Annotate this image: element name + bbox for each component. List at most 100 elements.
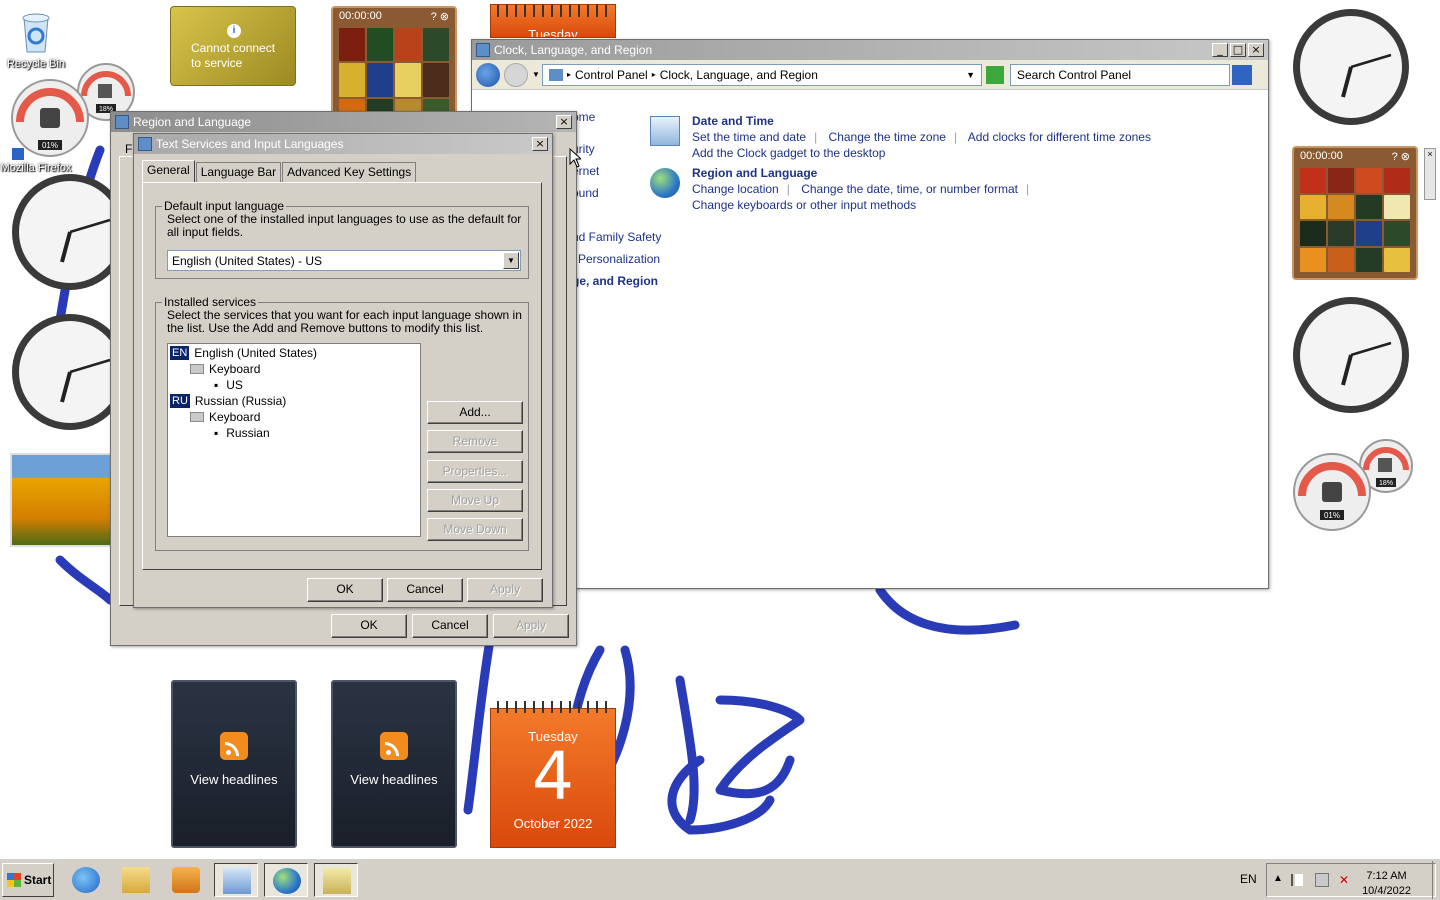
info-icon: i	[227, 24, 241, 38]
tree-layout-us[interactable]: ▪ US	[214, 378, 243, 392]
control-panel-icon	[223, 868, 251, 894]
minimize-button[interactable]: _	[1212, 43, 1228, 57]
tree-category-keyboard[interactable]: Keyboard	[190, 362, 260, 376]
tab-general[interactable]: General	[142, 160, 195, 182]
weather-gadget[interactable]: i Cannot connect to service	[170, 6, 296, 86]
refresh-icon[interactable]	[986, 65, 1004, 84]
region-dialog-icon	[115, 115, 129, 129]
tray-date: 10/4/2022	[1362, 885, 1411, 897]
calendar-gadget[interactable]: Tuesday 4 October 2022	[490, 701, 616, 848]
language-indicator[interactable]: EN	[1240, 872, 1257, 886]
maximize-button[interactable]: □	[1230, 43, 1246, 57]
gadget-close-icon[interactable]: ×	[1424, 148, 1436, 200]
change-format-link[interactable]: Change the date, time, or number format	[801, 182, 1018, 196]
calendar-gadget-top[interactable]: Tuesday	[490, 4, 616, 38]
change-location-link[interactable]: Change location	[692, 182, 779, 196]
feed-headlines-gadget-2[interactable]: View headlines	[331, 680, 457, 848]
feed-headlines-gadget-1[interactable]: View headlines	[171, 680, 297, 848]
start-button[interactable]: Start	[2, 863, 54, 897]
puzzle-controls-icon[interactable]: ? ⊗	[431, 10, 449, 24]
show-desktop-button[interactable]	[1432, 861, 1440, 899]
history-dropdown-icon[interactable]: ▼	[532, 70, 542, 79]
cp-titlebar[interactable]: Clock, Language, and Region _ □ ×	[472, 40, 1268, 60]
date-time-heading[interactable]: Date and Time	[692, 114, 1159, 128]
nav-clock-region[interactable]: ge, and Region	[572, 274, 658, 288]
media-player-icon	[172, 867, 200, 893]
region-apply-button[interactable]: Apply	[493, 614, 569, 638]
tsil-ok-button[interactable]: OK	[307, 578, 383, 602]
back-arrow-icon[interactable]	[476, 62, 500, 87]
address-bar[interactable]: ▸ Control Panel ▸ Clock, Language, and R…	[542, 63, 982, 86]
region-language-section: Region and Language Change location | Cha…	[650, 166, 1037, 212]
default-language-select[interactable]: English (United States) - US ▼	[167, 250, 521, 271]
view-headlines-label[interactable]: View headlines	[333, 772, 455, 787]
remove-button[interactable]: Remove	[427, 430, 523, 453]
keyboard-dialog-icon	[138, 137, 152, 151]
view-headlines-label[interactable]: View headlines	[173, 772, 295, 787]
tsil-titlebar[interactable]: Text Services and Input Languages ×	[134, 134, 552, 154]
cpu-meter-gadget-right[interactable]: 18% 01%	[1290, 436, 1420, 536]
chevron-icon: ▸	[567, 70, 572, 79]
tree-category-keyboard[interactable]: Keyboard	[190, 410, 260, 424]
default-language-legend: Default input language	[164, 199, 285, 213]
taskbar-region-language[interactable]	[264, 863, 308, 897]
keyboard-icon	[190, 364, 204, 374]
network-icon[interactable]	[1315, 873, 1329, 887]
nav-family-safety[interactable]: nd Family Safety	[572, 230, 661, 244]
close-button[interactable]: ×	[556, 115, 572, 129]
change-timezone-link[interactable]: Change the time zone	[829, 130, 946, 144]
change-keyboards-link[interactable]: Change keyboards or other input methods	[692, 198, 916, 212]
search-input[interactable]: Search Control Panel	[1010, 63, 1230, 86]
region-ok-button[interactable]: OK	[331, 614, 407, 638]
taskbar-internet-explorer[interactable]	[64, 863, 108, 897]
taskbar-media-player[interactable]	[164, 863, 208, 897]
puzzle-controls-icon[interactable]: ? ⊗	[1392, 150, 1410, 164]
region-dialog-titlebar[interactable]: Region and Language ×	[111, 112, 576, 132]
add-button[interactable]: Add...	[427, 401, 523, 424]
chevron-down-icon[interactable]: ▼	[503, 252, 519, 269]
tab-language-bar[interactable]: Language Bar	[195, 162, 282, 182]
clock-gadget-right-2[interactable]	[1291, 295, 1411, 415]
close-button[interactable]: ×	[532, 137, 548, 151]
tray-clock[interactable]: 7:12 AM 10/4/2022	[1362, 869, 1411, 899]
clock-gadget-right-1[interactable]	[1291, 7, 1411, 127]
slideshow-gadget[interactable]	[10, 453, 112, 547]
volume-muted-icon[interactable]: ✕	[1339, 873, 1353, 887]
taskbar-explorer[interactable]	[114, 863, 158, 897]
move-up-button[interactable]: Move Up	[427, 489, 523, 512]
services-tree[interactable]: EN English (United States) Keyboard ▪ US…	[167, 343, 421, 537]
tree-language-ru[interactable]: RU Russian (Russia)	[170, 394, 286, 408]
date-time-section: Date and Time Set the time and date | Cha…	[650, 114, 1159, 160]
breadcrumb-control-panel[interactable]: Control Panel	[575, 68, 648, 82]
installed-services-legend: Installed services	[164, 295, 257, 309]
region-language-heading[interactable]: Region and Language	[692, 166, 1037, 180]
control-panel-window[interactable]: Clock, Language, and Region _ □ × ▼ ▸ Co…	[471, 39, 1269, 589]
tsil-cancel-button[interactable]: Cancel	[387, 578, 463, 602]
action-center-flag-icon[interactable]	[1291, 874, 1303, 886]
region-hidden-tab[interactable]: F	[125, 142, 132, 156]
move-down-button[interactable]: Move Down	[427, 518, 523, 541]
region-cancel-button[interactable]: Cancel	[412, 614, 488, 638]
set-time-link[interactable]: Set the time and date	[692, 130, 806, 144]
taskbar-control-panel[interactable]	[214, 863, 258, 897]
search-icon[interactable]	[1232, 64, 1252, 85]
nav-personalization[interactable]: l Personalization	[572, 252, 660, 266]
address-dropdown-icon[interactable]: ▼	[966, 70, 975, 80]
tree-language-label: English (United States)	[194, 346, 318, 360]
properties-button[interactable]: Properties...	[427, 460, 523, 483]
calendar-clock-icon	[650, 116, 680, 146]
tab-advanced-key-settings[interactable]: Advanced Key Settings	[282, 162, 417, 182]
close-button[interactable]: ×	[1248, 43, 1264, 57]
breadcrumb-clock-language-region[interactable]: Clock, Language, and Region	[660, 68, 818, 82]
tree-language-en[interactable]: EN English (United States)	[170, 346, 317, 360]
puzzle-gadget-right[interactable]: 00:00:00 ? ⊗	[1292, 146, 1418, 280]
tsil-apply-button[interactable]: Apply	[467, 578, 543, 602]
forward-arrow-icon[interactable]	[504, 62, 528, 87]
show-hidden-icons-icon[interactable]: ▲	[1273, 873, 1283, 884]
taskbar-text-services[interactable]	[314, 863, 358, 897]
start-label: Start	[24, 873, 52, 887]
add-clock-gadget-link[interactable]: Add the Clock gadget to the desktop	[692, 146, 885, 160]
add-clocks-link[interactable]: Add clocks for different time zones	[968, 130, 1151, 144]
tree-layout-russian[interactable]: ▪ Russian	[214, 426, 270, 440]
text-services-dialog[interactable]: Text Services and Input Languages × Gene…	[133, 133, 553, 608]
